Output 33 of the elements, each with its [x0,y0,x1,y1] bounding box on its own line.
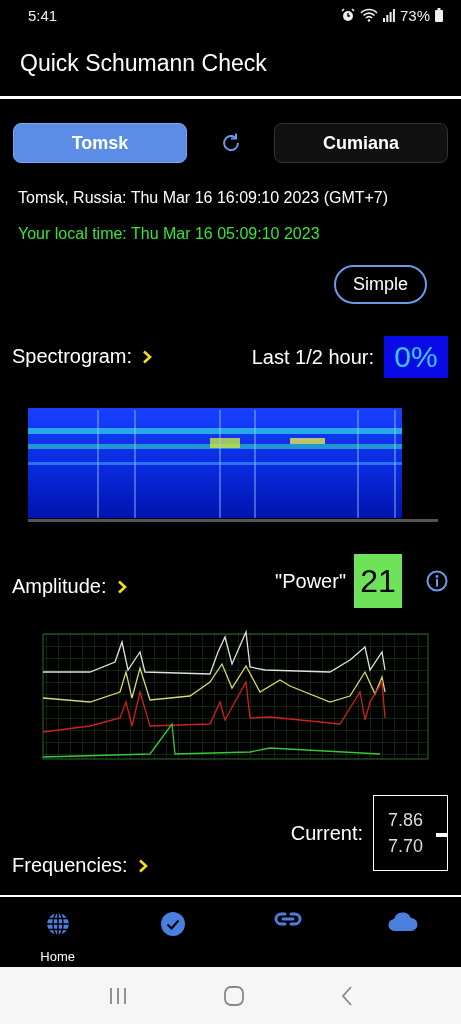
reading-label: Last 1/2 hour: [251,345,374,369]
back-icon[interactable] [340,985,353,1006]
reading-label: "Power" [275,569,346,593]
section-label: Spectrogram: [12,345,133,368]
section-label: Amplitude: [12,575,107,598]
clock-time: 5:41 [28,6,58,24]
alarm-icon [340,8,355,22]
battery-percent: 73% [399,6,430,24]
reading-label: Current: [290,821,363,845]
recent-apps-icon[interactable] [108,986,127,1005]
app-title: Quick Schumann Check [20,49,267,77]
nav-label[interactable]: Home [40,949,75,964]
link-icon[interactable] [274,911,303,927]
chevron-right-icon[interactable] [137,858,148,873]
section-label: Frequencies: [12,854,128,877]
globe-icon[interactable] [44,911,71,937]
battery-icon [435,8,443,22]
simple-mode-button[interactable]: Simple [333,265,427,304]
chevron-right-icon[interactable] [116,579,127,594]
cloud-icon[interactable] [388,911,419,931]
station-time: Tomsk, Russia: Thu Mar 16 16:09:10 2023 (GMT+7) [18,189,390,207]
station-tab[interactable]: Cumiana [274,123,448,163]
frequency-value: 7.70 [387,835,423,857]
signal-icon [382,8,395,22]
local-time: Your local time: Thu Mar 16 05:09:10 2023 [18,225,321,243]
chevron-right-icon[interactable] [142,349,153,364]
wifi-icon [359,8,378,22]
reading-badge: 21 [354,554,402,608]
frequency-value: 7.86 [387,809,423,831]
check-circle-icon[interactable] [159,911,186,937]
reading-badge: 0% [384,336,448,378]
home-icon[interactable] [223,985,244,1006]
info-icon[interactable] [426,570,448,592]
